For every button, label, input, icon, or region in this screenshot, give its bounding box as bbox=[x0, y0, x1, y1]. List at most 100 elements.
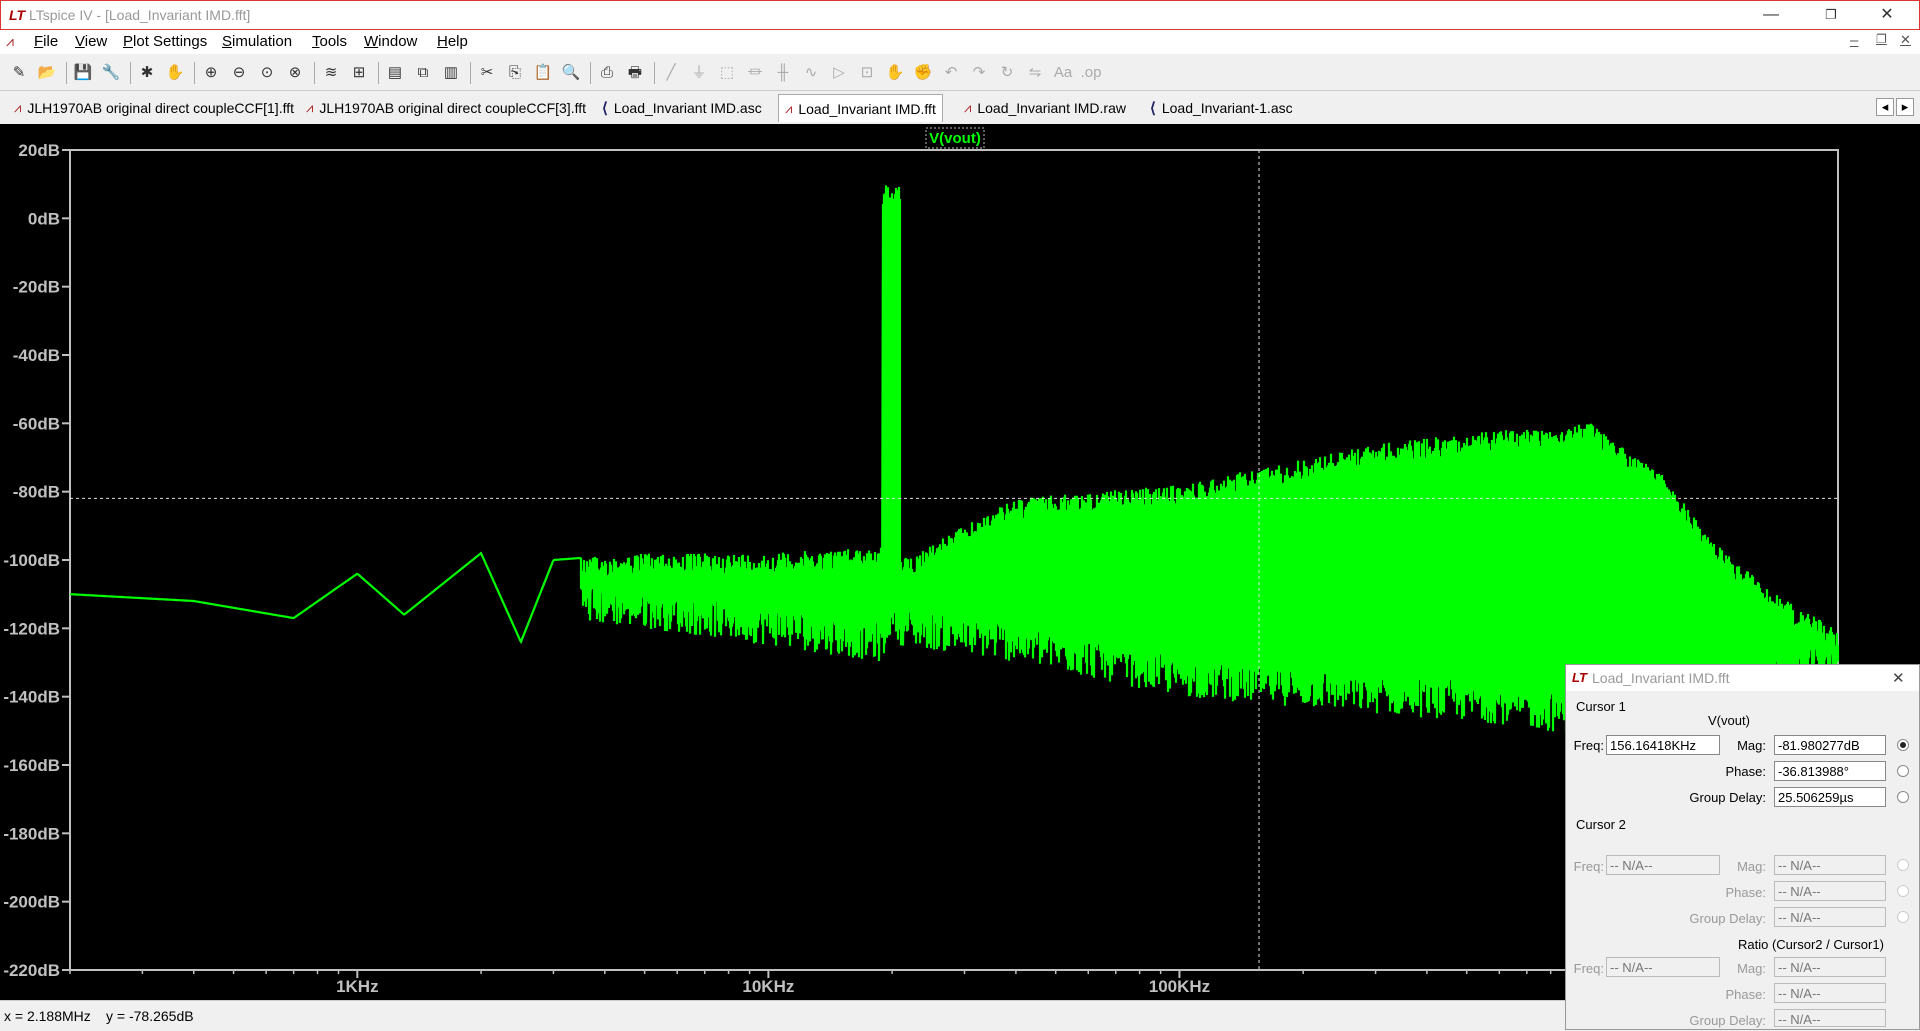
cursor2-mag-field[interactable]: -- N/A-- bbox=[1774, 855, 1886, 875]
mdi-minimize-button[interactable]: – bbox=[1850, 32, 1858, 49]
capacitor-icon[interactable]: ╫ bbox=[772, 62, 794, 84]
menu-view[interactable]: View bbox=[75, 33, 107, 50]
tab-load-invariant-asc[interactable]: ⟨ Load_Invariant IMD.asc bbox=[596, 96, 768, 120]
resistor-icon[interactable]: ⏛ bbox=[744, 62, 766, 84]
y-tick-label: -40dB bbox=[13, 346, 60, 365]
ground-icon[interactable]: ⏚ bbox=[688, 62, 710, 84]
menu-help[interactable]: Help bbox=[437, 33, 468, 50]
spice-directive-icon[interactable]: .op bbox=[1080, 62, 1102, 84]
cursor2-phase-radio[interactable] bbox=[1897, 885, 1909, 897]
rotate-icon[interactable]: ↻ bbox=[996, 62, 1018, 84]
label-icon[interactable]: ⬚ bbox=[716, 62, 738, 84]
phase-label: Phase: bbox=[1725, 885, 1766, 900]
phase-label: Phase: bbox=[1725, 987, 1766, 1002]
zoom-in-icon[interactable]: ⊕ bbox=[200, 62, 222, 84]
tab-jlh-ccf3-fft[interactable]: ⩘ JLH1970AB original direct coupleCCF[3].… bbox=[300, 96, 592, 120]
trace-label[interactable]: V(vout) bbox=[929, 130, 981, 147]
ratio-freq-field[interactable]: -- N/A-- bbox=[1606, 957, 1720, 977]
mag-label: Mag: bbox=[1737, 961, 1766, 976]
drag-icon[interactable]: ✊ bbox=[912, 62, 934, 84]
ratio-group-delay-field[interactable]: -- N/A-- bbox=[1774, 1009, 1886, 1027]
ratio-phase-field[interactable]: -- N/A-- bbox=[1774, 983, 1886, 1003]
inductor-icon[interactable]: ∿ bbox=[800, 62, 822, 84]
y-tick-label: -200dB bbox=[3, 893, 60, 912]
restore-button[interactable]: ❐ bbox=[1811, 4, 1851, 26]
status-y-readout: y = -78.265dB bbox=[106, 1008, 194, 1024]
y-tick-label: -140dB bbox=[3, 688, 60, 707]
new-schematic-icon[interactable]: ✎ bbox=[8, 62, 30, 84]
ratio-mag-field[interactable]: -- N/A-- bbox=[1774, 957, 1886, 977]
toolbar-separator bbox=[130, 62, 131, 84]
zoom-out-icon[interactable]: ⊖ bbox=[228, 62, 250, 84]
cursor2-mag-radio[interactable] bbox=[1897, 859, 1909, 871]
print-icon[interactable]: 🖶 bbox=[624, 62, 646, 84]
wire-icon[interactable]: ╱ bbox=[660, 62, 682, 84]
y-tick-label: -120dB bbox=[3, 619, 60, 638]
close-button[interactable]: ✕ bbox=[1867, 4, 1907, 26]
copy-icon[interactable]: ⎘ bbox=[504, 62, 526, 84]
zoom-cancel-icon[interactable]: ⊗ bbox=[284, 62, 306, 84]
menu-window[interactable]: Window bbox=[364, 33, 417, 50]
toolbar: ✎ 📂 💾 🔧 ✱ ✋ ⊕ ⊖ ⊙ ⊗ ≋ ⊞ ▤ ⧉ ▥ ✂ ⎘ 📋 🔍 ⎙ 🖶 ╱ ⏚ ⬚ ⏛ ╫ ∿ ▷ ⊡ ✋ ✊ ↶ ↷ ↻ ⇋ Aa .op bbox=[0, 54, 1920, 91]
menu-simulation[interactable]: Simulation bbox=[222, 33, 292, 50]
cursor2-section: Freq: -- N/A-- Mag: -- N/A-- Phase: -- N… bbox=[1566, 665, 1919, 1031]
mdi-close-button[interactable]: ✕ bbox=[1900, 32, 1911, 48]
menu-plot-settings[interactable]: Plot Settings bbox=[123, 33, 207, 50]
y-tick-label: 0dB bbox=[28, 209, 60, 228]
group-delay-label: Group Delay: bbox=[1689, 911, 1766, 926]
paste-icon[interactable]: 📋 bbox=[532, 62, 554, 84]
freq-label: Freq: bbox=[1573, 961, 1604, 976]
find-icon[interactable]: 🔍 bbox=[560, 62, 582, 84]
waveform-doc-icon: ⩘ bbox=[14, 100, 22, 115]
menu-file[interactable]: File bbox=[34, 33, 58, 50]
print-setup-icon[interactable]: ⎙ bbox=[596, 62, 618, 84]
cut-icon[interactable]: ✂ bbox=[476, 62, 498, 84]
add-trace-icon[interactable]: ⊞ bbox=[348, 62, 370, 84]
tab-load-invariant-1-asc[interactable]: ⟨ Load_Invariant-1.asc bbox=[1144, 96, 1299, 120]
tab-scroll-right-button[interactable]: ▸ bbox=[1896, 98, 1914, 116]
cursor2-group-delay-field[interactable]: -- N/A-- bbox=[1774, 907, 1886, 927]
text-icon[interactable]: Aa bbox=[1052, 62, 1074, 84]
cursor2-group-delay-radio[interactable] bbox=[1897, 911, 1909, 923]
schematic-doc-icon: ⟨ bbox=[1150, 100, 1156, 117]
tab-load-invariant-raw[interactable]: ⩘ Load_Invariant IMD.raw bbox=[958, 96, 1132, 120]
control-panel-icon[interactable]: 🔧 bbox=[100, 62, 122, 84]
zoom-fit-icon[interactable]: ⊙ bbox=[256, 62, 278, 84]
menu-bar: ⩘ File View Plot Settings Simulation Too… bbox=[0, 30, 1920, 54]
undo-icon[interactable]: ↶ bbox=[940, 62, 962, 84]
mirror-icon[interactable]: ⇋ bbox=[1024, 62, 1046, 84]
waveform-doc-icon: ⩘ bbox=[785, 100, 793, 116]
open-icon[interactable]: 📂 bbox=[36, 62, 58, 84]
cursor2-freq-field[interactable]: -- N/A-- bbox=[1606, 855, 1720, 875]
minimize-button[interactable]: — bbox=[1751, 4, 1791, 26]
autorange-icon[interactable]: ≋ bbox=[320, 62, 342, 84]
menu-tools[interactable]: Tools bbox=[312, 33, 347, 50]
diode-icon[interactable]: ▷ bbox=[828, 62, 850, 84]
tile-vertical-icon[interactable]: ▥ bbox=[440, 62, 462, 84]
tab-jlh-ccf1-fft[interactable]: ⩘ JLH1970AB original direct coupleCCF[1].… bbox=[8, 96, 300, 120]
tile-horizontal-icon[interactable]: ▤ bbox=[384, 62, 406, 84]
toolbar-separator bbox=[590, 62, 591, 84]
ltspice-logo-icon: LT bbox=[9, 7, 26, 23]
halt-icon[interactable]: ✋ bbox=[164, 62, 186, 84]
mdi-restore-button[interactable]: ❐ bbox=[1876, 32, 1887, 46]
tab-load-invariant-fft[interactable]: ⩘ Load_Invariant IMD.fft bbox=[778, 94, 943, 122]
redo-icon[interactable]: ↷ bbox=[968, 62, 990, 84]
y-tick-label: 20dB bbox=[18, 141, 60, 160]
toolbar-separator bbox=[654, 62, 655, 84]
cursor2-phase-field[interactable]: -- N/A-- bbox=[1774, 881, 1886, 901]
component-icon[interactable]: ⊡ bbox=[856, 62, 878, 84]
toolbar-separator bbox=[194, 62, 195, 84]
mag-label: Mag: bbox=[1737, 859, 1766, 874]
move-icon[interactable]: ✋ bbox=[884, 62, 906, 84]
status-x-readout: x = 2.188MHz bbox=[4, 1008, 91, 1024]
waveform-doc-icon: ⩘ bbox=[6, 33, 14, 49]
cascade-icon[interactable]: ⧉ bbox=[412, 62, 434, 84]
ratio-group-label: Ratio (Cursor2 / Cursor1) bbox=[1738, 937, 1884, 952]
save-icon[interactable]: 💾 bbox=[72, 62, 94, 84]
schematic-doc-icon: ⟨ bbox=[602, 100, 608, 117]
tab-scroll-left-button[interactable]: ◂ bbox=[1876, 98, 1894, 116]
run-icon[interactable]: ✱ bbox=[136, 62, 158, 84]
toolbar-separator bbox=[378, 62, 379, 84]
y-tick-label: -60dB bbox=[13, 414, 60, 433]
